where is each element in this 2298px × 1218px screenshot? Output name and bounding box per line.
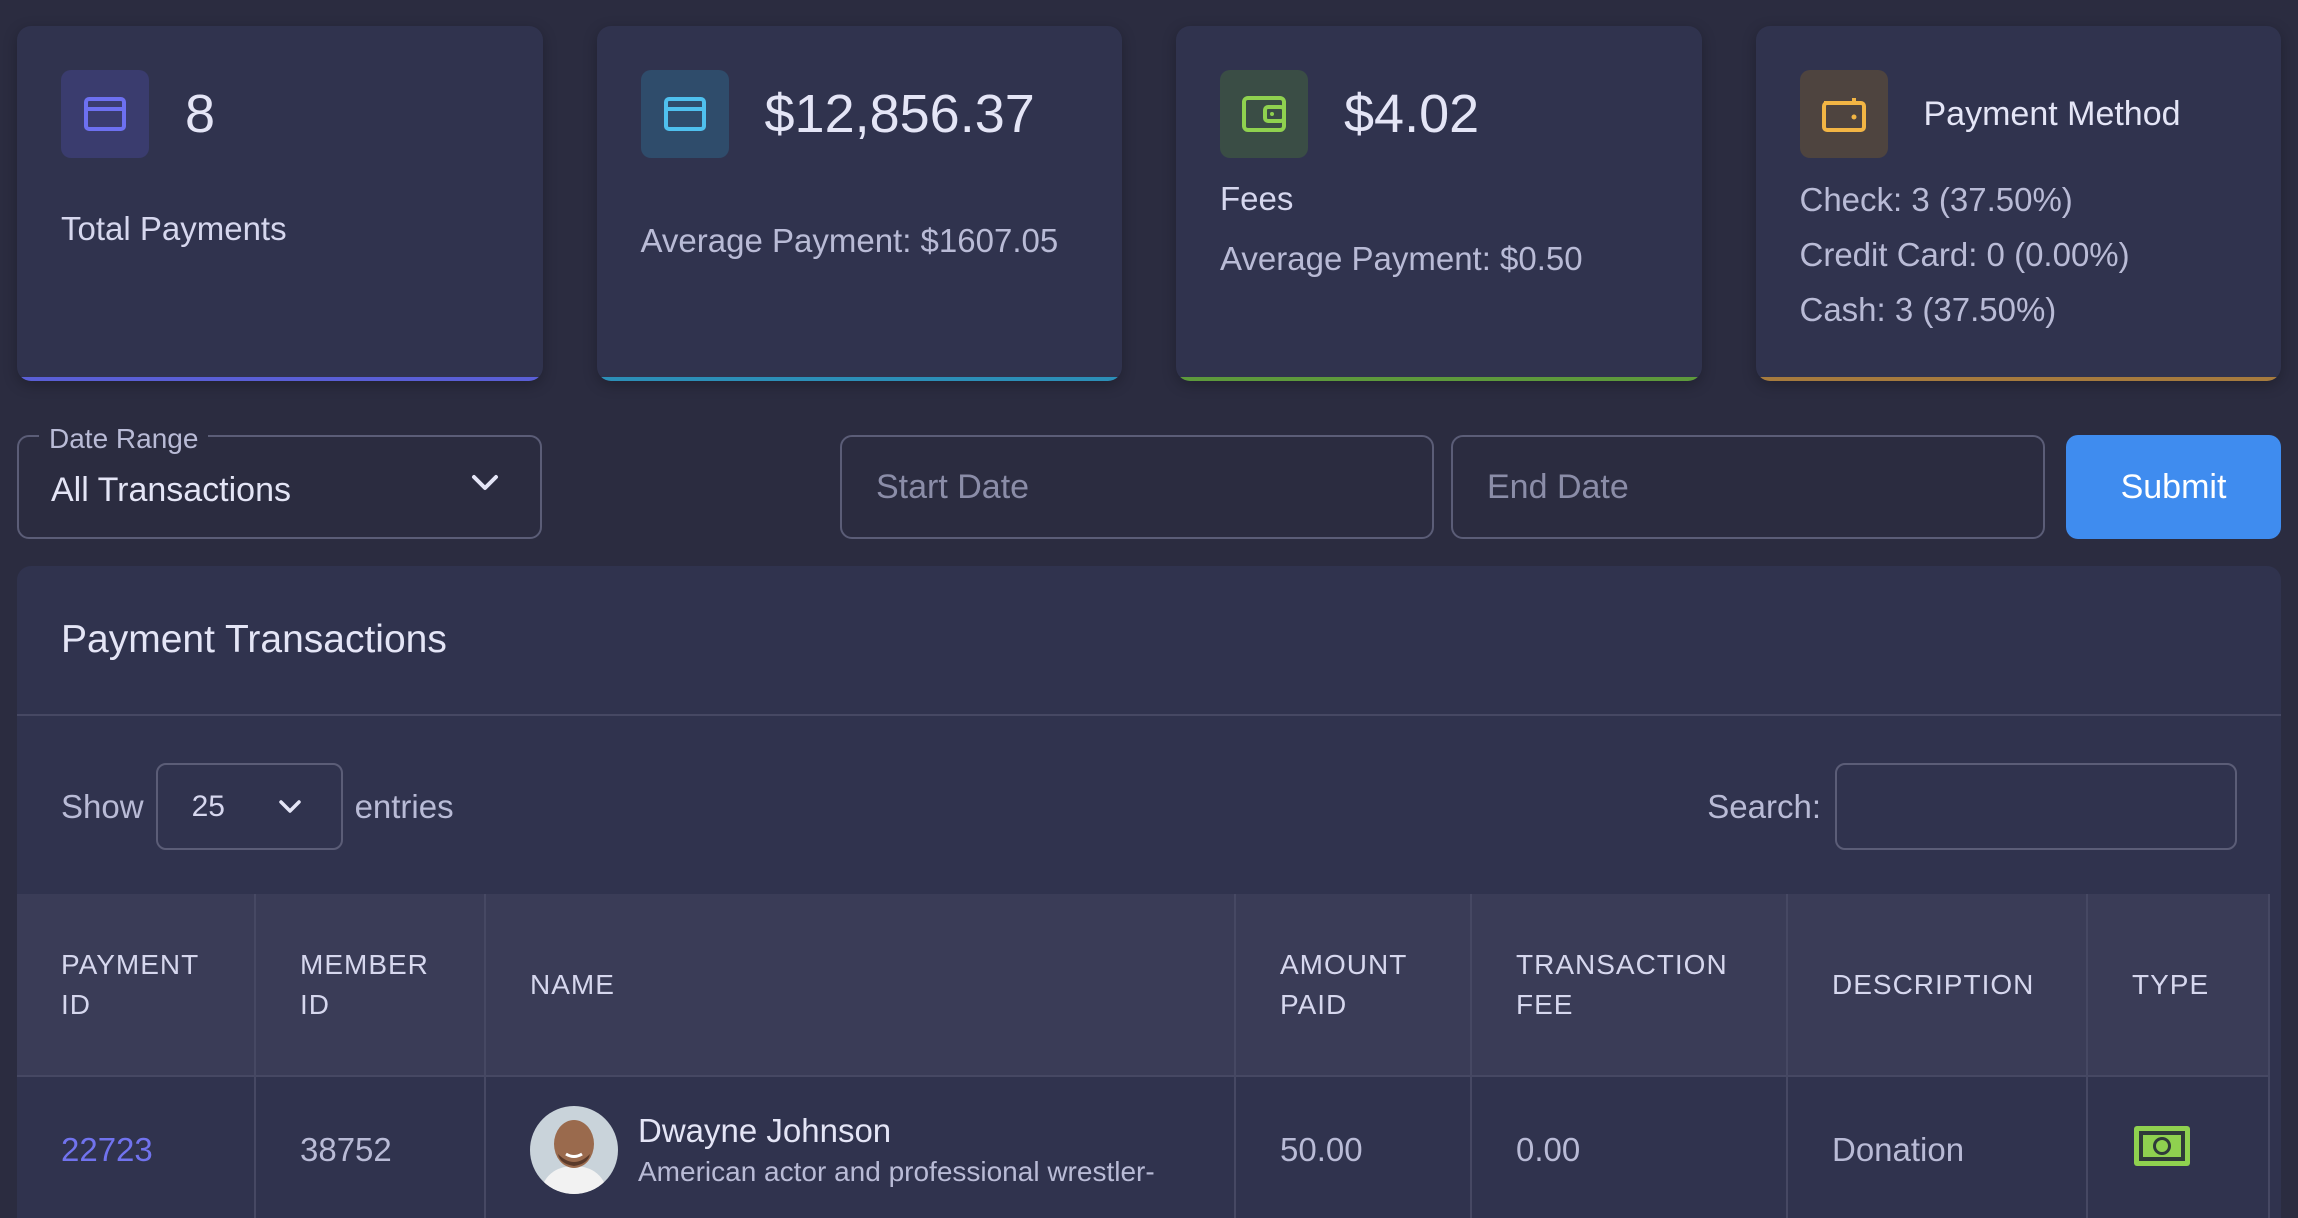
- entries-select[interactable]: 25: [155, 763, 343, 850]
- date-range-select[interactable]: Date Range All Transactions: [17, 423, 542, 539]
- card-icon: [640, 70, 729, 158]
- credit-card-count: Credit Card: 0 (0.00%): [1799, 236, 2130, 273]
- table-controls: Show 25 entries Search:: [17, 716, 2281, 894]
- filters-bar: Date Range All Transactions Start Date E…: [17, 423, 2281, 539]
- end-date-input[interactable]: End Date: [1451, 435, 2045, 539]
- fees-card: $4.02 Fees Average Payment: $0.50: [1176, 26, 1702, 381]
- payment-transactions-panel: Payment Transactions Show 25 entries Sea…: [17, 566, 2281, 1218]
- chevron-down-icon: [277, 790, 303, 824]
- card-icon: [61, 70, 149, 158]
- member-id: 38752: [255, 1075, 486, 1218]
- fees-average-text: Average Payment: $0.50: [1220, 240, 1583, 277]
- fees-label: Fees: [1220, 180, 1294, 217]
- total-payments-label: Total Payments: [61, 210, 287, 247]
- member-name[interactable]: Dwayne Johnson: [638, 1112, 1155, 1150]
- show-label: Show: [61, 787, 144, 825]
- header-transaction-fee[interactable]: TRANSACTION FEE: [1471, 894, 1788, 1076]
- payment-method-breakdown: Check: 3 (37.50%) Credit Card: 0 (0.00%)…: [1800, 172, 2238, 337]
- description: Donation: [1787, 1075, 2088, 1218]
- total-amount-card: $12,856.37 Average Payment: $1607.05: [596, 26, 1122, 381]
- cash-icon: [2132, 1125, 2192, 1177]
- entries-label: entries: [354, 787, 454, 825]
- member-name-cell: Dwayne Johnson American actor and profes…: [530, 1105, 1190, 1194]
- total-payments-value: 8: [185, 84, 216, 144]
- average-payment-text: Average Payment: $1607.05: [640, 222, 1059, 259]
- avatar: [530, 1105, 618, 1194]
- date-range-value: All Transactions: [51, 471, 291, 509]
- header-name[interactable]: NAME: [485, 894, 1236, 1076]
- submit-button[interactable]: Submit: [2066, 435, 2281, 539]
- payment-method-title: Payment Method: [1923, 94, 2181, 133]
- header-payment-id[interactable]: PAYMENT ID: [17, 894, 256, 1076]
- date-range-label: Date Range: [39, 423, 209, 455]
- entries-control: Show 25 entries: [61, 763, 454, 850]
- member-subtitle: American actor and professional wrestler…: [638, 1155, 1155, 1187]
- wallet-icon: [1799, 70, 1888, 158]
- header-description[interactable]: DESCRIPTION: [1787, 894, 2088, 1076]
- table-header-row: PAYMENT ID MEMBER ID NAME AMOUNT PAID TR…: [17, 894, 2270, 1076]
- amount-paid: 50.00: [1235, 1075, 1472, 1218]
- transaction-fee: 0.00: [1471, 1075, 1788, 1218]
- payment-method-card: Payment Method Check: 3 (37.50%) Credit …: [1755, 26, 2281, 381]
- check-count: Check: 3 (37.50%): [1799, 181, 2073, 218]
- panel-title: Payment Transactions: [17, 566, 2281, 716]
- total-payments-card: 8 Total Payments: [17, 26, 543, 381]
- search-input[interactable]: [1835, 763, 2237, 850]
- start-date-input[interactable]: Start Date: [840, 435, 1434, 539]
- fees-value: $4.02: [1344, 84, 1480, 144]
- payment-id-link[interactable]: 22723: [61, 1131, 153, 1168]
- header-type[interactable]: TYPE: [2087, 894, 2270, 1076]
- chevron-down-icon: [470, 473, 500, 498]
- header-member-id[interactable]: MEMBER ID: [255, 894, 486, 1076]
- entries-value: 25: [191, 789, 225, 823]
- cash-count: Cash: 3 (37.50%): [1799, 291, 2057, 328]
- search-label: Search:: [1707, 787, 1821, 825]
- wallet-icon: [1220, 70, 1308, 158]
- table-search: Search:: [1707, 763, 2237, 850]
- header-amount-paid[interactable]: AMOUNT PAID: [1235, 894, 1472, 1076]
- table-row: 22723 38752 Dwayne Johnson American acto…: [17, 1075, 2270, 1218]
- total-amount-value: $12,856.37: [764, 84, 1035, 144]
- transactions-table: PAYMENT ID MEMBER ID NAME AMOUNT PAID TR…: [17, 894, 2270, 1218]
- stats-row: 8 Total Payments $12,856.37 Average Paym…: [17, 26, 2281, 381]
